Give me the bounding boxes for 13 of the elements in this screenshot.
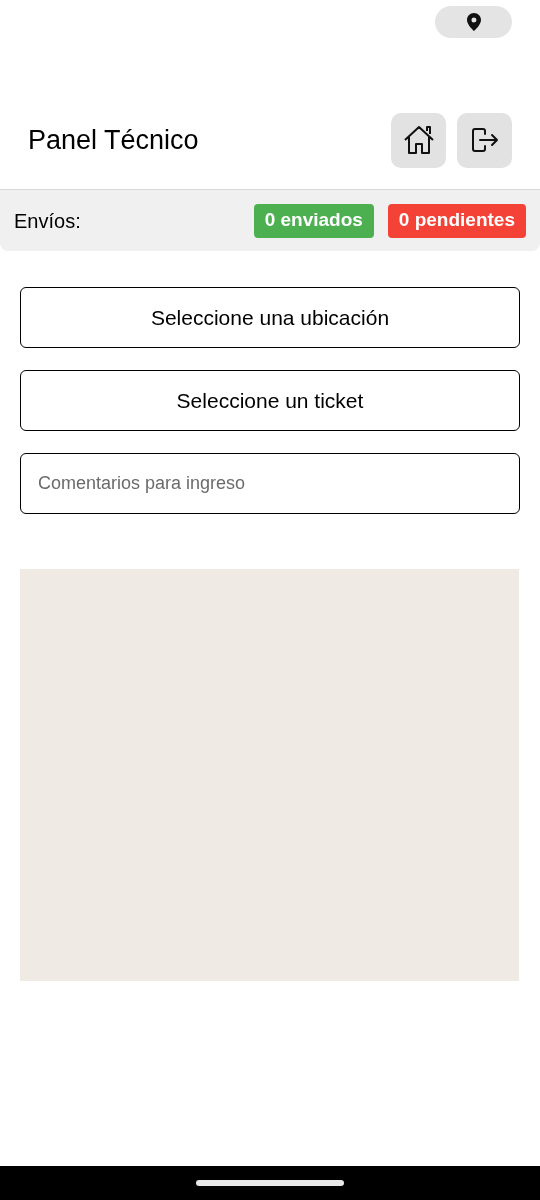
home-button[interactable] (391, 112, 446, 168)
location-pin-icon (466, 13, 481, 31)
logout-icon (470, 127, 499, 153)
shipments-label: Envíos: (14, 208, 81, 234)
logout-button[interactable] (457, 112, 512, 168)
select-button[interactable]: Seleccione un ticket (20, 370, 520, 431)
location-button[interactable] (435, 6, 512, 38)
select-button[interactable]: Seleccione una ubicación (20, 287, 520, 348)
page-title: Panel Técnico (28, 123, 199, 157)
count-badge: 0 enviados (253, 203, 374, 238)
home-icon (402, 125, 435, 155)
comments-field[interactable]: Comentarios para ingreso (20, 453, 520, 514)
count-badge: 0 pendientes (387, 203, 526, 238)
